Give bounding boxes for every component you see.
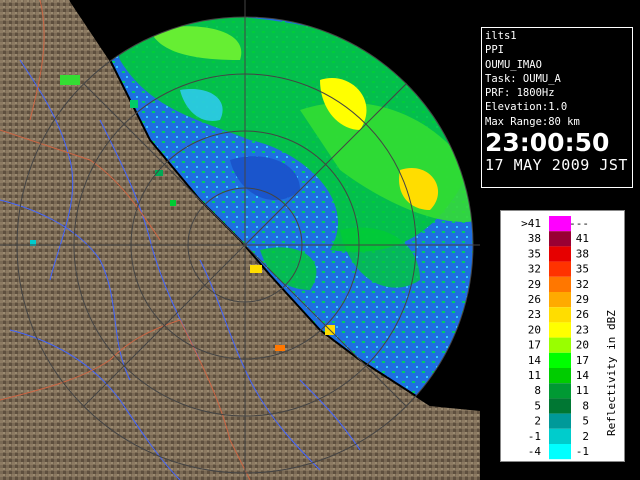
legend-color-swatch [549, 398, 571, 414]
legend-color-swatch [549, 383, 571, 399]
legend-high-label: 5 [582, 415, 589, 428]
legend-title: Reflectivity in dBZ [605, 310, 618, 436]
legend-color-swatch [549, 231, 571, 247]
legend-low-label: 32 [528, 263, 541, 276]
legend-high-label: 20 [576, 339, 589, 352]
legend-high-label: --- [569, 217, 589, 230]
radar-info-panel: ilts1 PPI OUMU_IMAO Task: OUMU_A PRF: 18… [481, 27, 633, 188]
product-title: ilts1 [485, 30, 517, 42]
legend-low-label: 5 [534, 399, 541, 412]
legend-low-label: 14 [528, 354, 542, 367]
legend-high-label: 41 [576, 232, 589, 245]
legend-color-swatch [549, 307, 571, 323]
legend-color-swatch [549, 216, 571, 232]
legend-color-swatch [549, 428, 571, 444]
legend-color-swatch [549, 413, 571, 429]
legend-high-label: 38 [576, 247, 589, 260]
legend-low-label: 20 [528, 323, 541, 336]
prf-value: PRF: 1800Hz [485, 87, 555, 100]
legend-low-label: 35 [528, 247, 541, 260]
legend-low-label: 2 [534, 415, 541, 428]
legend-color-swatch [549, 337, 571, 353]
date-readout: 17 MAY 2009 JST [485, 156, 628, 175]
legend-high-label: 29 [576, 293, 589, 306]
legend-high-label: 8 [582, 399, 589, 412]
legend-low-label: -1 [528, 430, 541, 443]
station-name: OUMU_IMAO [485, 58, 542, 71]
legend-low-label: 8 [534, 384, 541, 397]
legend-high-label: 11 [576, 384, 589, 397]
legend-low-label: >41 [521, 217, 541, 230]
product-type: PPI [485, 44, 504, 57]
legend-color-swatch [549, 246, 571, 262]
task-name: Task: OUMU_A [485, 72, 561, 85]
reflectivity-legend: >41 --- 38 41 35 38 32 35 29 32 26 29 23 26 20 23 17 20 14… [500, 210, 625, 462]
legend-high-label: 26 [576, 308, 589, 321]
legend-color-swatch [549, 368, 571, 384]
legend-low-label: -4 [528, 445, 542, 458]
legend-low-label: 26 [528, 293, 541, 306]
legend-high-label: -1 [576, 445, 589, 458]
max-range-value: Max Range:80 km [485, 115, 580, 128]
legend-high-label: 2 [582, 430, 589, 443]
legend-color-swatch [549, 276, 571, 292]
legend-low-label: 29 [528, 278, 541, 291]
legend-high-label: 17 [576, 354, 589, 367]
legend-low-label: 23 [528, 308, 541, 321]
legend-color-swatch [549, 261, 571, 277]
legend-high-label: 14 [576, 369, 590, 382]
legend-color-swatch [549, 444, 571, 460]
legend-title-box: Reflectivity in dBZ [605, 310, 618, 436]
legend-color-swatch [549, 292, 571, 308]
radar-ppi-display [0, 0, 480, 480]
time-readout: 23:00:50 [485, 128, 610, 158]
legend-high-label: 32 [576, 278, 589, 291]
legend-high-label: 23 [576, 323, 589, 336]
legend-color-swatch [549, 352, 571, 368]
legend-low-label: 38 [528, 232, 541, 245]
legend-low-label: 17 [528, 339, 541, 352]
legend-color-swatch [549, 322, 571, 338]
legend-low-label: 11 [528, 369, 541, 382]
legend-high-label: 35 [576, 263, 589, 276]
elevation-value: Elevation:1.0 [485, 101, 568, 114]
